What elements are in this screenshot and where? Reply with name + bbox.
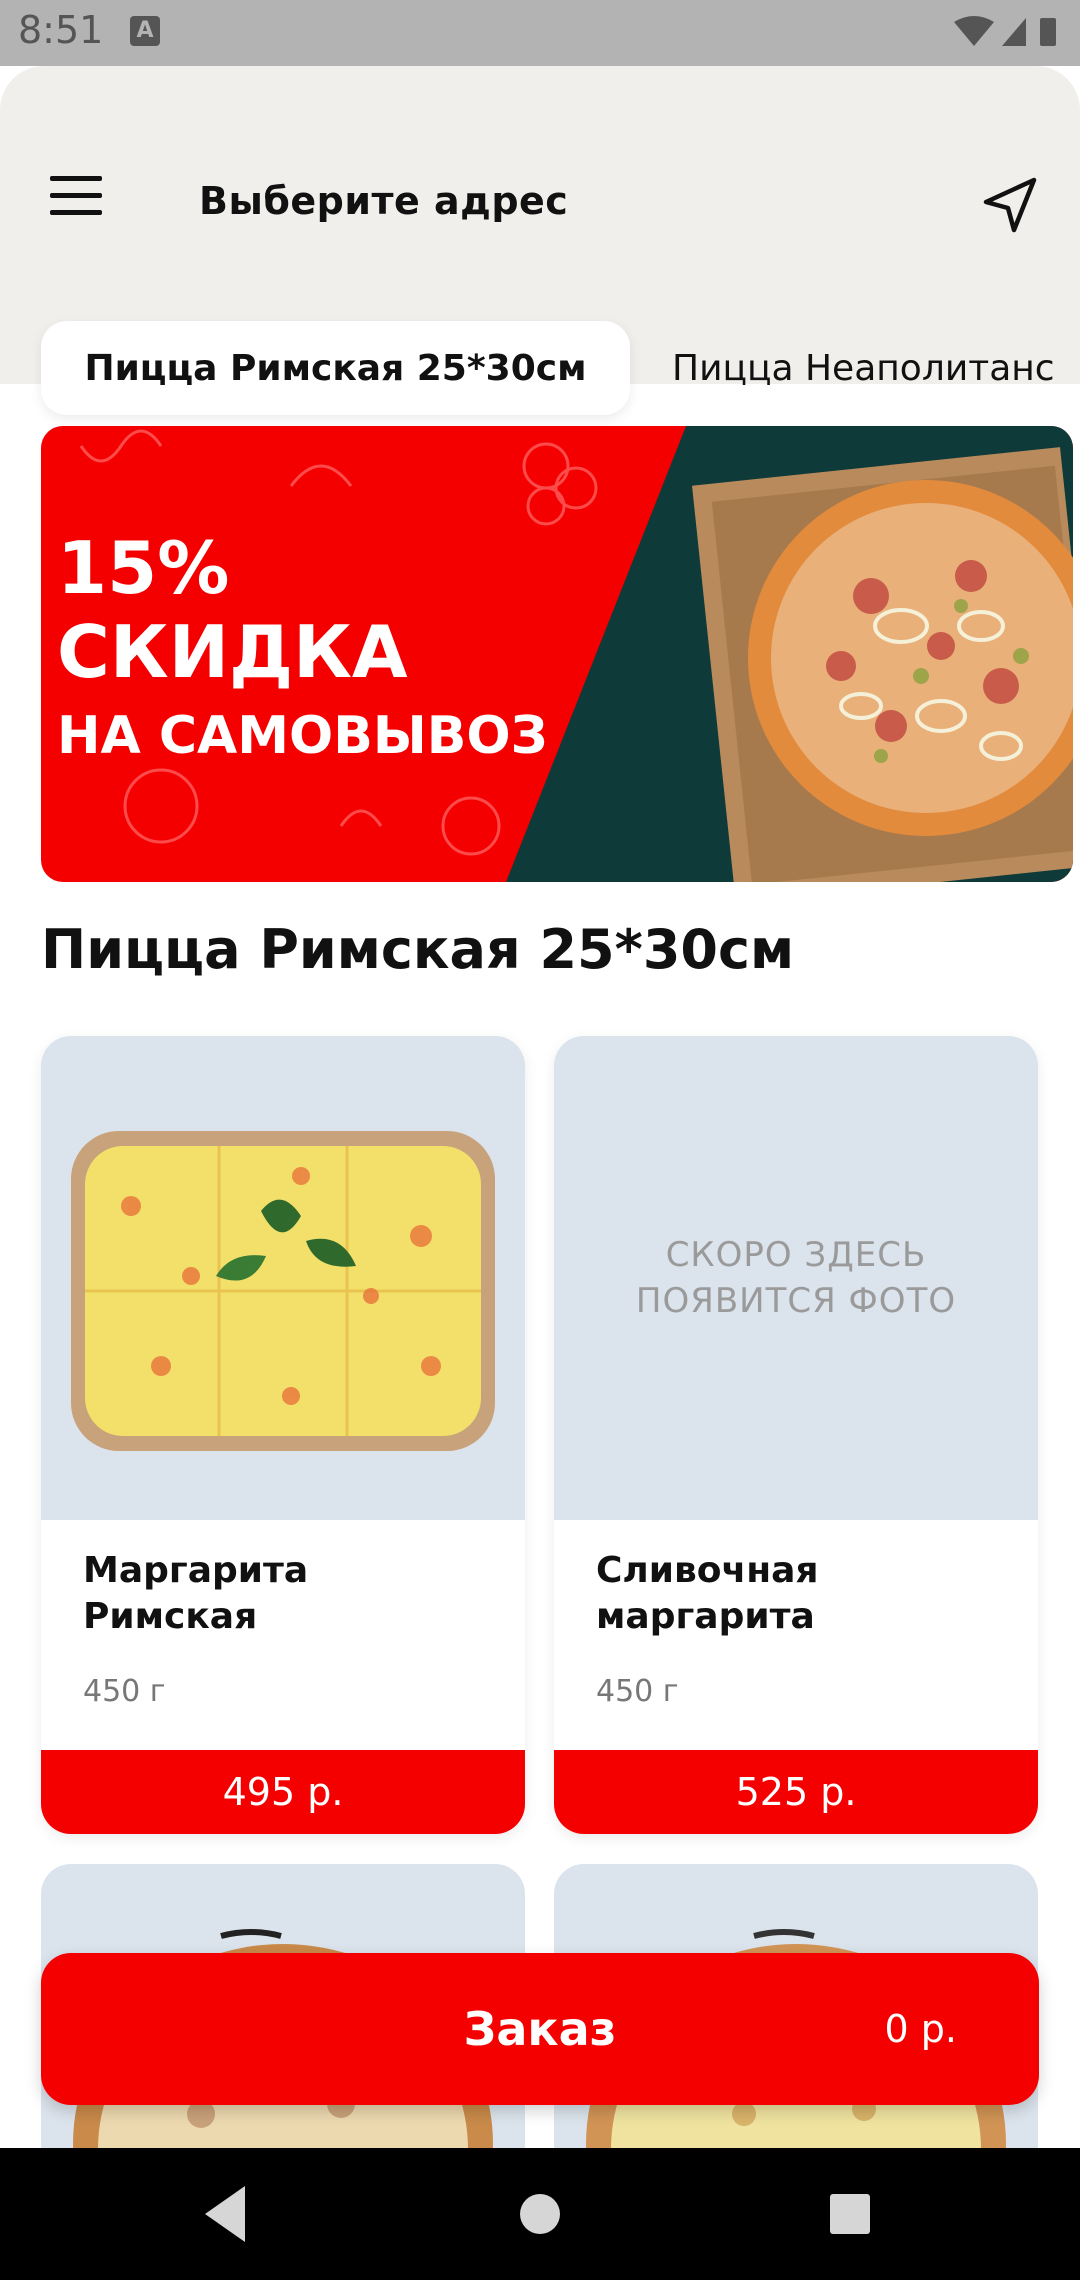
section-title: Пицца Римская 25*30см <box>41 918 795 981</box>
promo-word: СКИДКА <box>57 610 408 694</box>
status-bar: 8:51 A <box>0 0 1080 66</box>
product-image <box>41 1036 525 1520</box>
status-time: 8:51 <box>18 8 104 52</box>
navigation-arrow-icon <box>983 177 1037 233</box>
menu-icon-line <box>50 210 102 215</box>
order-button[interactable]: Заказ 0 р. <box>41 1953 1039 2105</box>
product-image-placeholder: СКОРО ЗДЕСЬ ПОЯВИТСЯ ФОТО <box>554 1036 1038 1520</box>
system-navigation-bar <box>0 2148 1080 2280</box>
notification-icon: A <box>130 16 160 46</box>
product-weight: 450 г <box>83 1674 166 1709</box>
product-card[interactable]: Маргарита Римская 450 г 495 р. <box>41 1036 525 1834</box>
status-icons <box>952 14 1062 54</box>
photo-placeholder-text: СКОРО ЗДЕСЬ ПОЯВИТСЯ ФОТО <box>635 1235 957 1321</box>
pizza-roman-image <box>71 1131 495 1451</box>
promo-banner[interactable]: 15% СКИДКА НА САМОВЫВОЗ <box>41 426 1073 882</box>
product-name: Маргарита Римская <box>83 1550 309 1637</box>
wifi-signal-battery-icon <box>954 16 1056 46</box>
menu-button[interactable] <box>50 176 106 220</box>
recents-icon <box>830 2194 870 2234</box>
product-price-button[interactable]: 495 р. <box>41 1750 525 1834</box>
product-name: Сливочная маргарита <box>596 1550 819 1637</box>
back-icon <box>205 2186 245 2242</box>
menu-icon-line <box>50 176 102 181</box>
location-button[interactable] <box>980 176 1040 236</box>
address-selector[interactable]: Выберите адрес <box>199 179 568 223</box>
product-weight: 450 г <box>596 1674 679 1709</box>
promo-subtitle: НА САМОВЫВОЗ <box>57 706 548 766</box>
order-total: 0 р. <box>884 2007 957 2051</box>
tab-pizza-neapolitan[interactable]: Пицца Неаполитанс <box>672 321 1055 415</box>
product-price-button[interactable]: 525 р. <box>554 1750 1038 1834</box>
promo-text: 15% СКИДКА НА САМОВЫВОЗ <box>57 526 548 778</box>
menu-icon-line <box>50 193 102 198</box>
product-card[interactable]: СКОРО ЗДЕСЬ ПОЯВИТСЯ ФОТО Сливочная марг… <box>554 1036 1038 1834</box>
tab-pizza-roman[interactable]: Пицца Римская 25*30см <box>41 321 630 415</box>
app-bar: Выберите адрес Пицца Римская 25*30см Пиц… <box>0 66 1080 415</box>
promo-discount: 15% <box>57 526 230 610</box>
home-icon <box>520 2194 560 2234</box>
